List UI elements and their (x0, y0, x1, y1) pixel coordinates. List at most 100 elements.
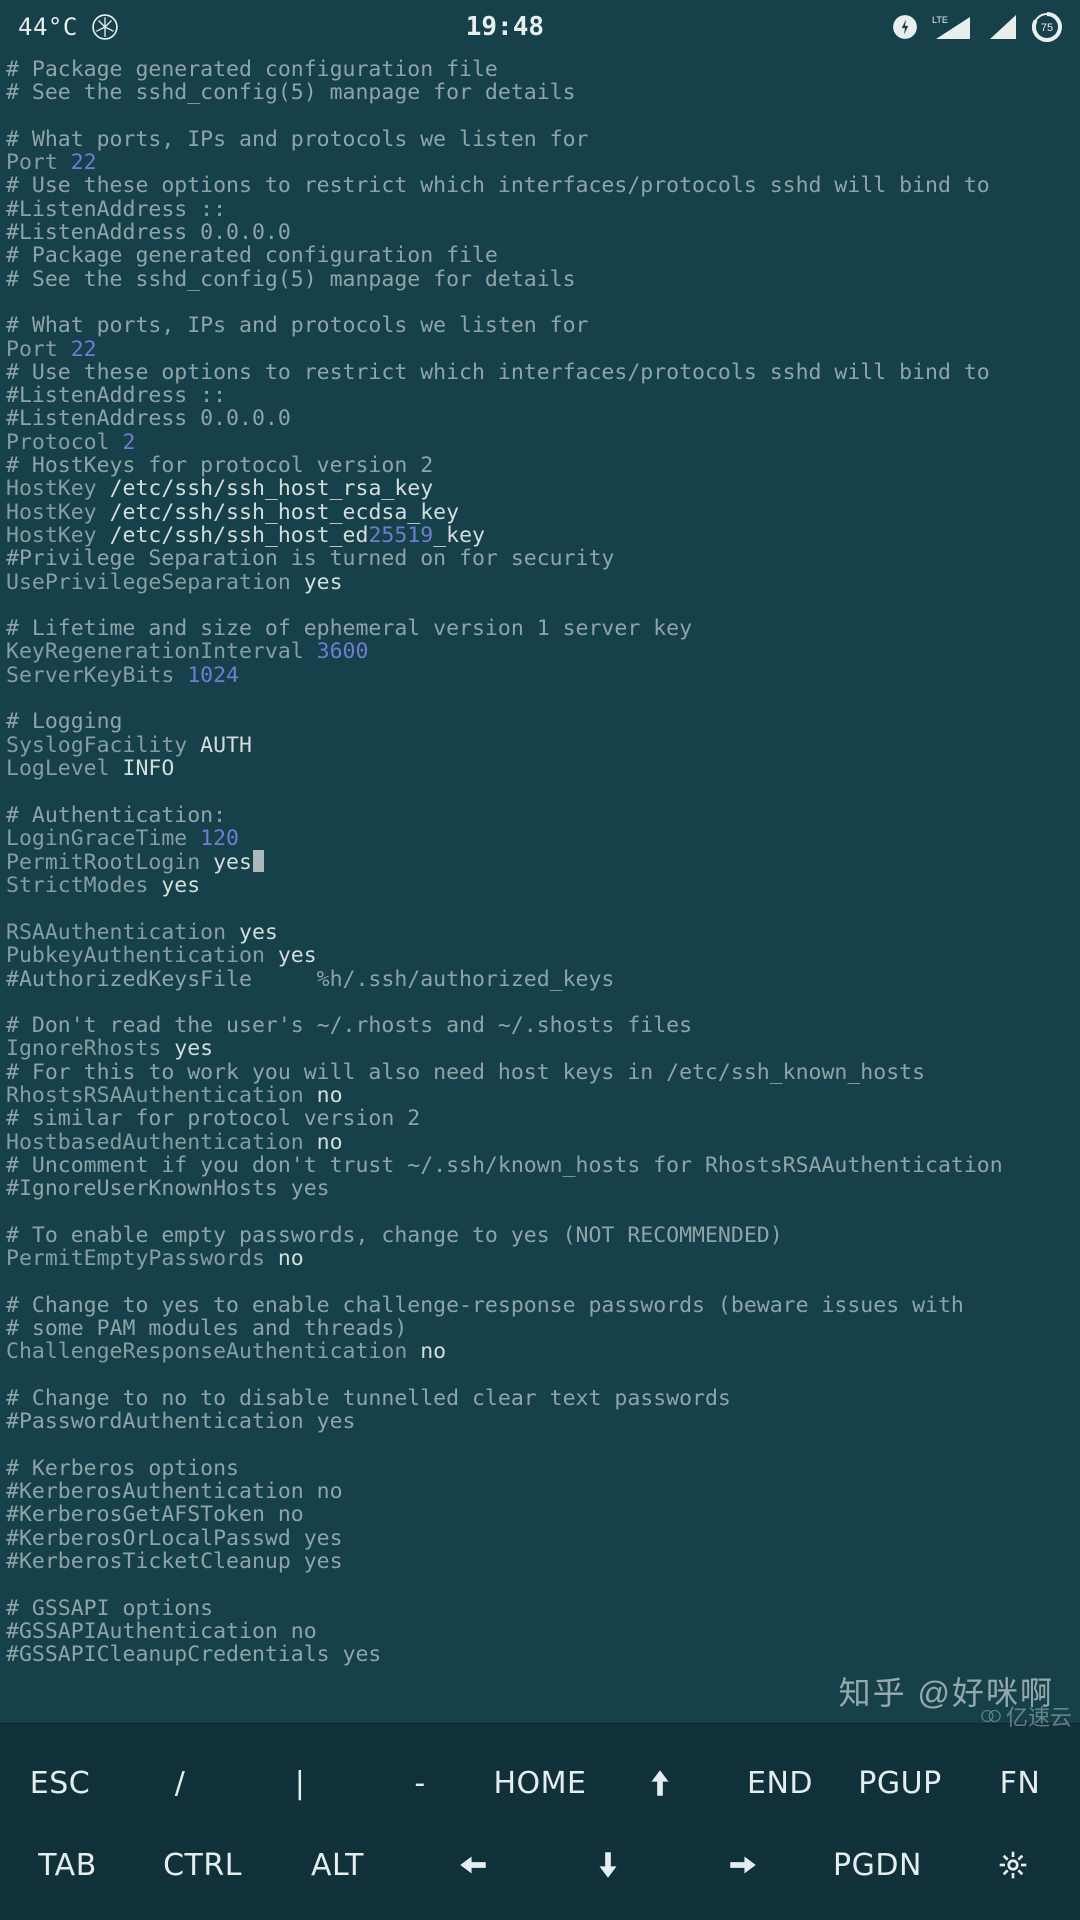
terminal-line: # Change to yes to enable challenge-resp… (6, 1294, 1074, 1317)
terminal-line: LoginGraceTime 120 (6, 827, 1074, 850)
terminal-line: ServerKeyBits 1024 (6, 664, 1074, 687)
key-arrow-right[interactable] (675, 1848, 810, 1882)
terminal-line: #IgnoreUserKnownHosts yes (6, 1177, 1074, 1200)
terminal-line (6, 991, 1074, 1014)
terminal-output[interactable]: # Package generated configuration file# … (0, 54, 1080, 1723)
extra-keys-row-2: TABCTRLALT PGDN (0, 1824, 1080, 1906)
bolt-icon (892, 14, 918, 40)
terminal-line: # What ports, IPs and protocols we liste… (6, 314, 1074, 337)
key-pgup[interactable]: PGUP (840, 1766, 960, 1801)
key-ctrl[interactable]: CTRL (135, 1848, 270, 1883)
terminal-line: Protocol 2 (6, 431, 1074, 454)
terminal-line: # What ports, IPs and protocols we liste… (6, 128, 1074, 151)
terminal-line: # Don't read the user's ~/.rhosts and ~/… (6, 1014, 1074, 1037)
key-settings[interactable] (945, 1849, 1080, 1881)
terminal-line: # See the sshd_config(5) manpage for det… (6, 268, 1074, 291)
terminal-line: #ListenAddress 0.0.0.0 (6, 407, 1074, 430)
battery-indicator: 75 (1032, 12, 1062, 42)
terminal-line: Port 22 (6, 151, 1074, 174)
terminal-line: #GSSAPICleanupCredentials yes (6, 1643, 1074, 1666)
terminal-line (6, 1201, 1074, 1224)
terminal-line: # For this to work you will also need ho… (6, 1061, 1074, 1084)
svg-text:LTE: LTE (932, 15, 948, 25)
status-right: LTE 75 (892, 12, 1062, 42)
terminal-line: #ListenAddress 0.0.0.0 (6, 221, 1074, 244)
key-arrow-down[interactable] (540, 1848, 675, 1882)
terminal-line: # Uncomment if you don't trust ~/.ssh/kn… (6, 1154, 1074, 1177)
terminal-line: # Package generated configuration file (6, 58, 1074, 81)
terminal-line: HostKey /etc/ssh/ssh_host_ecdsa_key (6, 501, 1074, 524)
extra-keys-row-1: ESC/|-HOME ENDPGUPFN (0, 1742, 1080, 1824)
terminal-line: # Kerberos options (6, 1457, 1074, 1480)
clock: 19:48 (118, 12, 892, 42)
terminal-line: # some PAM modules and threads) (6, 1317, 1074, 1340)
key-home[interactable]: HOME (480, 1766, 600, 1801)
terminal-line: HostKey /etc/ssh/ssh_host_rsa_key (6, 477, 1074, 500)
terminal-line: #ListenAddress :: (6, 198, 1074, 221)
terminal-line: # Use these options to restrict which in… (6, 361, 1074, 384)
terminal-line: # Package generated configuration file (6, 244, 1074, 267)
terminal-line (6, 291, 1074, 314)
terminal-line (6, 105, 1074, 128)
terminal-line: #KerberosAuthentication no (6, 1480, 1074, 1503)
key-alt[interactable]: ALT (270, 1848, 405, 1883)
terminal-line: #KerberosOrLocalPasswd yes (6, 1527, 1074, 1550)
terminal-line: ChallengeResponseAuthentication no (6, 1340, 1074, 1363)
terminal-line: Port 22 (6, 338, 1074, 361)
terminal-line: #ListenAddress :: (6, 384, 1074, 407)
text-cursor (253, 850, 264, 872)
terminal-line: LogLevel INFO (6, 757, 1074, 780)
terminal-line (6, 594, 1074, 617)
terminal-line: IgnoreRhosts yes (6, 1037, 1074, 1060)
terminal-line (6, 1573, 1074, 1596)
terminal-line: HostbasedAuthentication no (6, 1131, 1074, 1154)
terminal-line: #GSSAPIAuthentication no (6, 1620, 1074, 1643)
status-left: 44°C (18, 13, 118, 41)
key-tab[interactable]: TAB (0, 1848, 135, 1883)
terminal-line: StrictModes yes (6, 874, 1074, 897)
terminal-line (6, 1270, 1074, 1293)
terminal-line: # Logging (6, 710, 1074, 733)
key-esc[interactable]: ESC (0, 1766, 120, 1801)
key-pgdn[interactable]: PGDN (810, 1848, 945, 1883)
temperature-indicator: 44°C (18, 13, 78, 41)
status-bar: 44°C 19:48 LTE 75 (0, 0, 1080, 54)
terminal-line: # See the sshd_config(5) manpage for det… (6, 81, 1074, 104)
terminal-line: RSAAuthentication yes (6, 921, 1074, 944)
key-arrow-left[interactable] (405, 1848, 540, 1882)
terminal-line: HostKey /etc/ssh/ssh_host_ed25519_key (6, 524, 1074, 547)
terminal-line (6, 687, 1074, 710)
terminal-line: # Change to no to disable tunnelled clea… (6, 1387, 1074, 1410)
key-slash[interactable]: / (120, 1766, 240, 1801)
terminal-line: # Authentication: (6, 804, 1074, 827)
terminal-line (6, 780, 1074, 803)
terminal-line: # similar for protocol version 2 (6, 1107, 1074, 1130)
terminal-line: # HostKeys for protocol version 2 (6, 454, 1074, 477)
extra-keys-bar: ESC/|-HOME ENDPGUPFN TABCTRLALT PGDN (0, 1723, 1080, 1920)
terminal-line: SyslogFacility AUTH (6, 734, 1074, 757)
fan-icon (92, 14, 118, 40)
terminal-line: #KerberosTicketCleanup yes (6, 1550, 1074, 1573)
terminal-line: # Use these options to restrict which in… (6, 174, 1074, 197)
terminal-line: UsePrivilegeSeparation yes (6, 571, 1074, 594)
key-pipe[interactable]: | (240, 1766, 360, 1801)
terminal-line: PubkeyAuthentication yes (6, 944, 1074, 967)
key-dash[interactable]: - (360, 1766, 480, 1801)
signal-lte-icon: LTE (932, 13, 974, 41)
svg-text:75: 75 (1041, 22, 1053, 34)
terminal-line: #PasswordAuthentication yes (6, 1410, 1074, 1433)
terminal-line: PermitEmptyPasswords no (6, 1247, 1074, 1270)
terminal-line: # To enable empty passwords, change to y… (6, 1224, 1074, 1247)
terminal-line: # GSSAPI options (6, 1597, 1074, 1620)
terminal-line (6, 898, 1074, 921)
key-end[interactable]: END (720, 1766, 840, 1801)
terminal-line: #Privilege Separation is turned on for s… (6, 547, 1074, 570)
key-arrow-up[interactable] (600, 1766, 720, 1800)
signal-icon (988, 13, 1018, 41)
terminal-line: #KerberosGetAFSToken no (6, 1503, 1074, 1526)
terminal-line: # Lifetime and size of ephemeral version… (6, 617, 1074, 640)
key-fn[interactable]: FN (960, 1766, 1080, 1801)
terminal-line: PermitRootLogin yes (6, 850, 1074, 874)
terminal-line: RhostsRSAAuthentication no (6, 1084, 1074, 1107)
terminal-line (6, 1434, 1074, 1457)
